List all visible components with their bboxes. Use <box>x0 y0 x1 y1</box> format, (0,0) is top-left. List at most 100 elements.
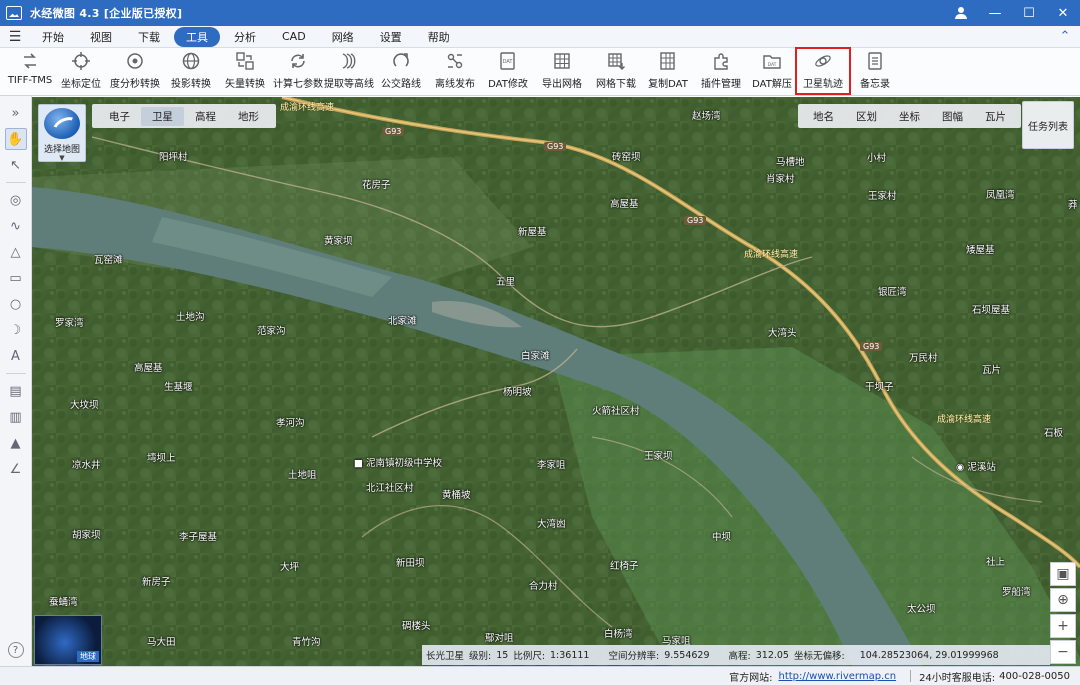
tool-vector-convert[interactable]: 矢量转换 <box>218 48 272 94</box>
basemap-tab-vector[interactable]: 电子 <box>98 107 141 126</box>
overlay-tab-map-sheets[interactable]: 图幅 <box>931 107 974 126</box>
menu-bar: ☰ 开始 视图 下载 工具 分析 CAD 网络 设置 帮助 ⌃ <box>0 26 1080 48</box>
menu-help[interactable]: 帮助 <box>416 27 462 47</box>
tool-projection[interactable]: 投影转换 <box>164 48 218 94</box>
basemap-tab-satellite[interactable]: 卫星 <box>141 106 184 126</box>
tool-coord-locate[interactable]: 坐标定位 <box>56 48 106 94</box>
tool-export-grid[interactable]: 导出网格 <box>534 48 590 94</box>
measure-height-icon[interactable]: ▲ <box>5 432 27 454</box>
map-status-bar: 长光卫星 级别: 15 比例尺: 1:36111 空间分辨率: 9.554629… <box>422 645 1050 665</box>
place-label: 瓦片 <box>982 365 1002 376</box>
place-label: 太公坝 <box>907 604 936 615</box>
draw-polyline-icon[interactable]: ∿ <box>5 215 27 237</box>
tool-copy-dat[interactable]: 复制DAT <box>642 48 694 94</box>
menu-analysis[interactable]: 分析 <box>222 27 268 47</box>
menu-start[interactable]: 开始 <box>30 27 76 47</box>
locate-icon[interactable]: ⊕ <box>1050 588 1076 612</box>
close-button[interactable]: ✕ <box>1046 0 1080 26</box>
menu-download[interactable]: 下载 <box>126 27 172 47</box>
minimize-button[interactable]: — <box>978 0 1012 26</box>
map-source-icon <box>44 108 80 139</box>
tool-memo[interactable]: 备忘录 <box>850 48 900 94</box>
expand-panel-icon[interactable]: » <box>5 102 27 124</box>
crosshair-icon <box>71 51 91 71</box>
tool-plugin-manage[interactable]: 插件管理 <box>694 48 748 94</box>
place-label: 红椅子 <box>610 561 639 572</box>
place-marker-icon[interactable]: ◎ <box>5 189 27 211</box>
basemap-tab-terrain[interactable]: 地形 <box>227 107 270 126</box>
fullscreen-icon[interactable]: ▣ <box>1050 562 1076 586</box>
measure-angle-icon[interactable]: ∠ <box>5 458 27 480</box>
place-label: 火箭社区村 <box>592 406 640 417</box>
menu-tools[interactable]: 工具 <box>174 26 220 47</box>
place-label: 蚕蛹湾 <box>49 597 78 608</box>
overlay-tab-districts[interactable]: 区划 <box>845 107 888 126</box>
draw-rectangle-icon[interactable]: ▭ <box>5 267 27 289</box>
title-bar: 水经微图 4.3 [企业版已授权] — ☐ ✕ <box>0 0 1080 26</box>
website-link[interactable]: http://www.rivermap.cn <box>779 671 897 682</box>
place-label: 碉楼头 <box>402 621 431 632</box>
place-label: 北家滩 <box>388 316 417 327</box>
map-view[interactable]: G93 G93 G93 G93 成渝环线高速 成渝环线高速 成渝环线高速 阳坪村… <box>32 97 1080 666</box>
svg-text:DAT: DAT <box>768 62 777 68</box>
place-label: 银匠湾 <box>878 287 907 298</box>
tool-grid-download[interactable]: 网格下载 <box>590 48 642 94</box>
overlay-tab-place-names[interactable]: 地名 <box>802 107 845 126</box>
contour-icon <box>339 51 359 71</box>
measure-distance-icon[interactable]: ▤ <box>5 380 27 402</box>
place-label: 高屋基 <box>134 363 163 374</box>
place-label: 新田坝 <box>396 558 425 569</box>
user-account-button[interactable] <box>944 0 978 26</box>
basemap-tab-elevation[interactable]: 高程 <box>184 107 227 126</box>
place-label: 中坝 <box>712 532 732 543</box>
tool-extract-contour[interactable]: 提取等高线 <box>324 48 374 94</box>
place-label: 孝河沟 <box>276 418 305 429</box>
window-controls: — ☐ ✕ <box>944 0 1080 26</box>
collapse-ribbon-icon[interactable]: ⌃ <box>1050 29 1080 44</box>
draw-sector-icon[interactable]: ☽ <box>5 319 27 341</box>
menu-view[interactable]: 视图 <box>78 27 124 47</box>
tool-bus-route[interactable]: 公交路线 <box>374 48 428 94</box>
mini-globe-overview[interactable]: 地球 <box>34 615 102 665</box>
chevron-down-icon: ▼ <box>59 154 65 162</box>
tool-dms-convert[interactable]: 度分秒转换 <box>106 48 164 94</box>
select-arrow-icon[interactable]: ↖ <box>5 154 27 176</box>
place-label: 鄢对咀 <box>485 633 514 644</box>
copy-dat-icon <box>658 51 678 71</box>
tool-dat-edit[interactable]: DAT DAT修改 <box>482 48 534 94</box>
pan-hand-icon[interactable]: ✋ <box>4 128 27 150</box>
draw-polygon-icon[interactable]: △ <box>5 241 27 263</box>
resolution-label: 空间分辨率: <box>608 651 660 662</box>
poi-station-label: ◉ 泥溪站 <box>956 462 996 473</box>
help-icon[interactable]: ? <box>7 642 24 658</box>
menu-network[interactable]: 网络 <box>320 27 366 47</box>
tool-offline-publish[interactable]: 离线发布 <box>428 48 482 94</box>
zoom-out-button[interactable]: − <box>1050 640 1076 664</box>
place-label: 石坝屋基 <box>972 305 1011 316</box>
task-list-button[interactable]: 任务列表 <box>1022 101 1074 149</box>
tool-tiff-tms[interactable]: TIFF-TMS <box>4 48 56 94</box>
bus-route-icon <box>391 51 411 71</box>
tool-dat-unzip[interactable]: DAT DAT解压 <box>748 48 796 94</box>
tool-seven-params[interactable]: 计算七参数 <box>272 48 324 94</box>
hamburger-menu-icon[interactable]: ☰ <box>0 29 30 45</box>
menu-settings[interactable]: 设置 <box>368 27 414 47</box>
offline-publish-icon <box>445 51 465 71</box>
place-label: 干坝子 <box>865 382 894 393</box>
menu-cad[interactable]: CAD <box>270 28 318 45</box>
projection-icon <box>181 51 201 71</box>
zoom-in-button[interactable]: + <box>1050 614 1076 638</box>
place-label: 莽 <box>1068 200 1078 211</box>
place-label: 青竹沟 <box>292 637 321 648</box>
place-label: 合力村 <box>529 581 558 592</box>
overlay-tab-coordinates[interactable]: 坐标 <box>888 107 931 126</box>
map-source-selector[interactable]: 选择地图 ▼ <box>38 104 86 162</box>
add-text-icon[interactable]: A <box>5 345 27 367</box>
place-label: 罗家湾 <box>55 318 84 329</box>
draw-circle-icon[interactable]: ○ <box>5 293 27 315</box>
measure-area-icon[interactable]: ▥ <box>5 406 27 428</box>
maximize-button[interactable]: ☐ <box>1012 0 1046 26</box>
place-label: 大坪 <box>280 562 300 573</box>
tool-satellite-track[interactable]: 卫星轨迹 <box>795 47 851 95</box>
overlay-tab-tiles[interactable]: 瓦片 <box>974 107 1017 126</box>
